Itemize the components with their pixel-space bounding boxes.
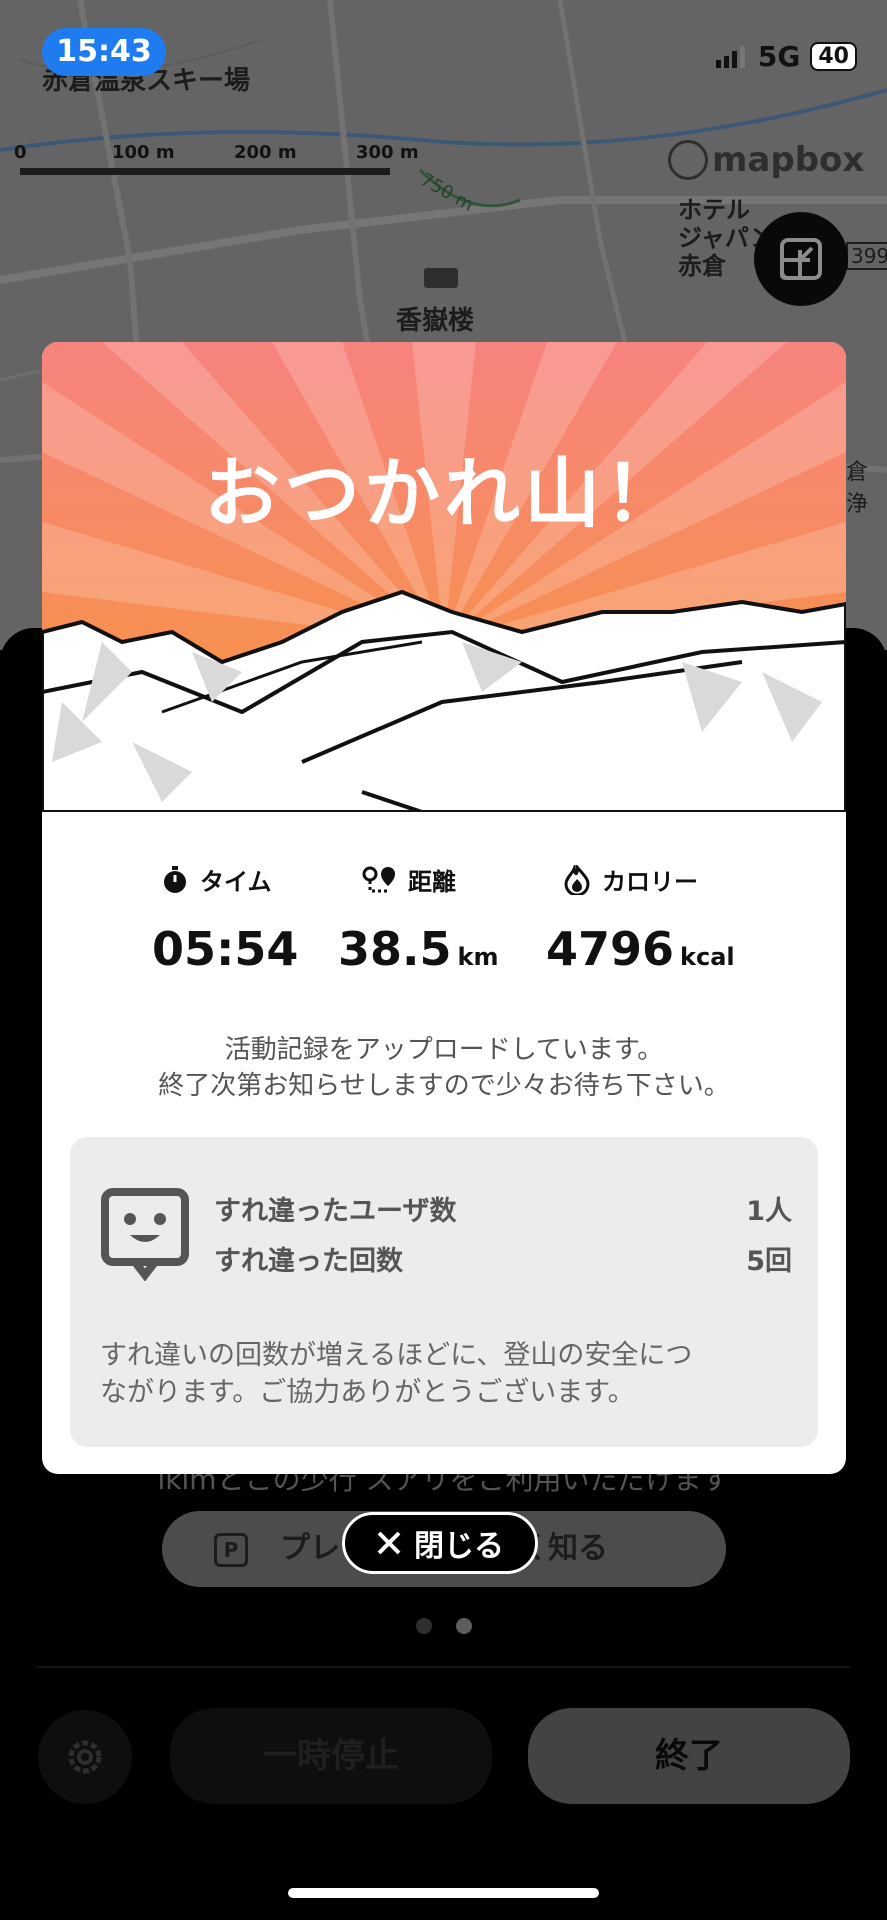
status-time: 15:43 — [42, 28, 166, 76]
stat-calories-label: カロリー — [602, 868, 698, 896]
close-button-label: 閉じる — [414, 1529, 504, 1564]
stat-calories: カロリー — [562, 862, 698, 897]
stat-distance-value: 38.5 — [338, 922, 452, 976]
upload-notice-line2: 終了次第お知らせしますので少々お待ち下さい。 — [158, 1071, 730, 1101]
stat-distance-label: 距離 — [408, 868, 456, 896]
passby-note-line1: すれ違いの回数が増えるほどに、登山の安全につ — [100, 1340, 693, 1371]
stat-distance: 距離 — [362, 862, 456, 897]
completion-modal: おつかれ山！ タイム 05:54 距離 38.5 km カロリー 4796 kc… — [42, 342, 846, 1474]
upload-notice-line1: 活動記録をアップロードしています。 — [224, 1035, 664, 1065]
stat-time-label: タイム — [200, 868, 272, 896]
stat-calories-value: 4796 — [546, 922, 675, 976]
passby-face-icon — [101, 1188, 189, 1281]
stat-calories-value-row: 4796 kcal — [546, 922, 735, 976]
passby-note-line2: ながります。ご協力ありがとうございます。 — [100, 1377, 635, 1408]
network-label: 5G — [757, 40, 801, 73]
status-indicators: 5G 40 — [715, 40, 857, 73]
close-icon — [377, 1531, 401, 1555]
battery-level: 40 — [818, 44, 849, 69]
hero-illustration — [42, 342, 846, 812]
stat-time-label-row: タイム — [160, 862, 272, 897]
passby-users-value: 1人 — [746, 1196, 792, 1227]
passby-note: すれ違いの回数が増えるほどに、登山の安全につ ながります。ご協力ありがとうござい… — [100, 1337, 790, 1411]
modal-title: おつかれ山！ — [204, 449, 684, 538]
home-indicator[interactable] — [288, 1888, 599, 1898]
stat-calories-unit: kcal — [680, 943, 735, 971]
passby-count-value: 5回 — [746, 1246, 792, 1277]
stat-calories-label-row: カロリー — [562, 862, 698, 897]
stat-distance-unit: km — [457, 943, 499, 971]
flame-icon — [564, 864, 590, 895]
passby-count-label: すれ違った回数 — [214, 1246, 403, 1277]
stat-time: タイム — [160, 862, 272, 897]
stat-distance-label-row: 距離 — [362, 862, 456, 897]
stat-time-value: 05:54 — [152, 922, 299, 976]
battery-icon: 40 — [810, 42, 857, 71]
passby-summary-box: すれ違ったユーザ数 1人 すれ違った回数 5回 すれ違いの回数が増えるほどに、登… — [70, 1137, 818, 1447]
passby-users-label: すれ違ったユーザ数 — [214, 1196, 457, 1227]
signal-icon — [715, 45, 745, 68]
upload-notice: 活動記録をアップロードしています。 終了次第お知らせしますので少々お待ち下さい。 — [42, 1032, 846, 1104]
stat-distance-value-row: 38.5 km — [338, 922, 498, 976]
close-button[interactable]: 閉じる — [342, 1512, 538, 1574]
stopwatch-icon — [164, 865, 186, 893]
route-pin-icon — [362, 866, 395, 892]
